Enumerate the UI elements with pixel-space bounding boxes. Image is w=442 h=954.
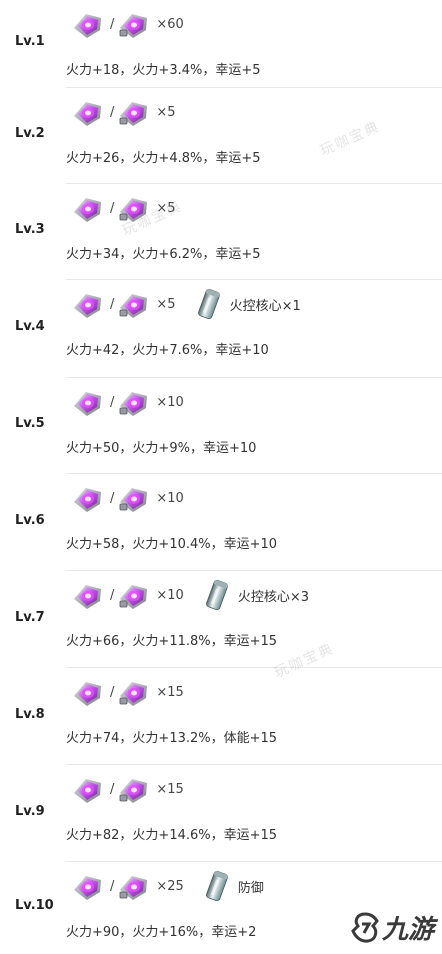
- level-label: Lv.3: [15, 222, 45, 237]
- level-label: Lv.4: [15, 319, 45, 334]
- gem-icon: [74, 198, 101, 222]
- materials: / ×15: [70, 772, 184, 806]
- materials: / ×10 火控核心×3: [70, 578, 309, 612]
- material-quantity: ×5: [156, 104, 176, 120]
- gem-case-icon: [119, 779, 148, 803]
- upgrade-row: Lv.8 / ×15 火力+74，火力+13.2%，体能+15: [0, 668, 442, 765]
- material-quantity: ×60: [156, 16, 184, 32]
- level-label: Lv.7: [15, 609, 45, 625]
- material-separator: /: [110, 16, 115, 32]
- material-quantity: ×25: [156, 878, 184, 894]
- upgrade-row: Lv.6 / ×10 火力+58，火力+10.4%，幸运+10: [0, 474, 442, 571]
- core-module-icon: [205, 579, 228, 611]
- material-separator: /: [110, 104, 115, 120]
- core-material-label: 火控核心×1: [229, 298, 301, 314]
- material-quantity: ×10: [156, 394, 184, 410]
- material-separator: /: [110, 394, 115, 410]
- gem-case-icon: [119, 682, 148, 706]
- material-separator: /: [110, 490, 115, 506]
- materials: / ×5 火控核心×1: [70, 287, 301, 321]
- level-label: Lv.8: [15, 706, 45, 722]
- gem-icon: [74, 779, 101, 803]
- logo-icon: [351, 911, 379, 943]
- materials: / ×10: [70, 481, 184, 515]
- stat-bonus: 火力+34，火力+6.2%，幸运+5: [66, 247, 261, 262]
- gem-case-icon: [119, 14, 148, 38]
- upgrade-row: Lv.3/×5 火力+34，火力+6.2%，幸运+5: [0, 184, 442, 280]
- materials: / ×25 防御: [70, 869, 264, 903]
- gem-case-icon: [119, 876, 148, 900]
- core-module-icon: [197, 288, 220, 320]
- stat-bonus: 火力+66，火力+11.8%，幸运+15: [66, 634, 278, 649]
- stat-bonus: 火力+26，火力+4.8%，幸运+5: [66, 151, 261, 166]
- materials: / ×10: [70, 385, 184, 419]
- level-label: Lv.9: [15, 803, 45, 819]
- stat-bonus: 火力+58，火力+10.4%，幸运+10: [66, 537, 278, 552]
- stat-bonus: 火力+90，火力+16%，幸运+2: [66, 925, 257, 940]
- gem-case-icon: [119, 294, 148, 318]
- level-label: Lv.6: [15, 512, 45, 528]
- stat-bonus: 火力+82，火力+14.6%，幸运+15: [66, 828, 278, 843]
- material-separator: /: [110, 781, 115, 797]
- gem-icon: [74, 585, 101, 609]
- gem-icon: [74, 294, 101, 318]
- upgrade-row: Lv.9 / ×15 火力+82，火力+14.6%，幸运+15: [0, 765, 442, 862]
- gem-icon: [74, 392, 101, 416]
- stat-bonus: 火力+18，火力+3.4%，幸运+5: [66, 63, 261, 78]
- stat-bonus: 火力+74，火力+13.2%，体能+15: [66, 731, 278, 746]
- gem-icon: [74, 14, 101, 38]
- gem-case-icon: [119, 488, 148, 512]
- material-quantity: ×5: [156, 296, 176, 312]
- material-quantity: ×15: [156, 684, 184, 700]
- gem-icon: [74, 102, 101, 126]
- site-logo: 九游: [350, 909, 434, 946]
- upgrade-row: Lv.5 / ×10 火力+50，火力+9%，幸运+10: [0, 378, 442, 474]
- material-quantity: ×10: [156, 587, 184, 603]
- gem-case-icon: [119, 392, 148, 416]
- logo-text: 九游: [381, 915, 434, 945]
- level-label: Lv.1: [15, 34, 45, 49]
- stat-bonus: 火力+50，火力+9%，幸运+10: [66, 441, 257, 456]
- material-quantity: ×10: [156, 490, 184, 506]
- level-label: Lv.2: [15, 126, 45, 141]
- gem-case-icon: [119, 585, 148, 609]
- upgrade-row: Lv.4 / ×5 火控核心×1 火力+42，火力+7.6%，幸运+10: [0, 280, 442, 378]
- gem-icon: [74, 682, 101, 706]
- gem-icon: [74, 876, 101, 900]
- materials: / ×5: [70, 95, 176, 129]
- materials: / ×60: [70, 7, 184, 41]
- upgrade-row: Lv.7 / ×10 火控核心×3 火力+66，火力+11.8%，幸运+15: [0, 571, 442, 668]
- material-separator: /: [110, 587, 115, 603]
- core-module-icon: [205, 870, 228, 902]
- material-separator: /: [110, 296, 115, 312]
- material-separator: /: [110, 684, 115, 700]
- level-label: Lv.5: [15, 416, 45, 431]
- gem-icon: [74, 488, 101, 512]
- core-material-label: 防御: [237, 880, 264, 896]
- level-label: Lv.10: [15, 898, 54, 913]
- materials: / ×15: [70, 675, 184, 709]
- stat-bonus: 火力+42，火力+7.6%，幸运+10: [66, 343, 269, 358]
- gem-case-icon: [119, 102, 148, 126]
- material-separator: /: [110, 200, 115, 216]
- material-quantity: ×15: [156, 781, 184, 797]
- core-material-label: 火控核心×3: [237, 589, 309, 605]
- upgrade-row: Lv.1 / ×60 火力+18，火力+3.4%，幸运+5: [0, 0, 442, 88]
- material-separator: /: [110, 878, 115, 894]
